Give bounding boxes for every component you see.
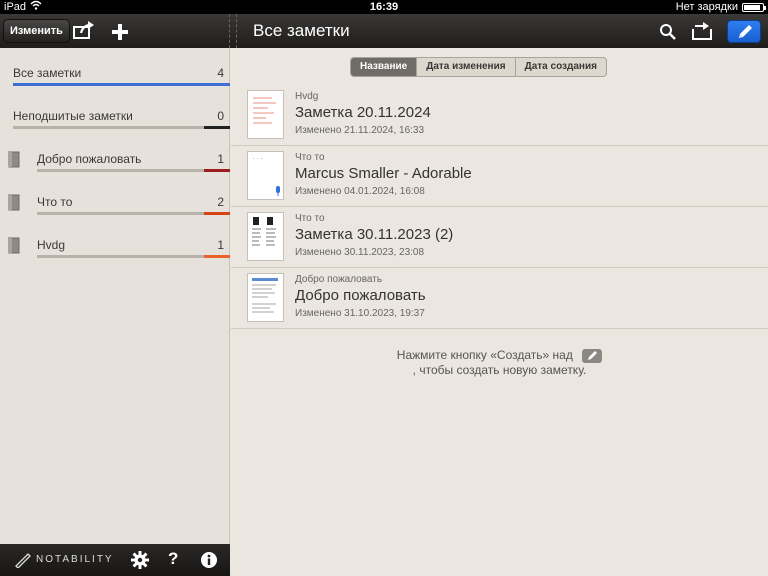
new-note-button[interactable] — [727, 20, 761, 43]
note-category: Что то — [295, 152, 325, 163]
note-date: Изменено 30.11.2023, 23:08 — [295, 247, 425, 258]
note-row[interactable]: Hvdg Заметка 20.11.2024 Изменено 21.11.2… — [231, 85, 768, 146]
note-thumbnail — [247, 212, 284, 261]
help-icon[interactable]: ? — [168, 549, 178, 569]
sidebar-item-count: 1 — [217, 152, 224, 166]
notability-logo-icon — [14, 552, 32, 573]
add-icon[interactable] — [111, 23, 129, 46]
sidebar-item-label: Все заметки — [13, 66, 82, 80]
note-title: Заметка 30.11.2023 (2) — [295, 226, 454, 243]
microphone-icon — [276, 186, 280, 193]
info-icon[interactable] — [200, 551, 218, 574]
sort-by-created[interactable]: Дата создания — [516, 58, 606, 76]
share-icon[interactable] — [73, 21, 95, 44]
sidebar: Все заметки 4 Неподшитые заметки 0 Добро… — [0, 48, 230, 544]
note-category: Что то — [295, 213, 325, 224]
notebook-icon — [8, 236, 20, 254]
toolbar: Изменить Все заметки — [0, 14, 768, 48]
sidebar-item-color — [204, 169, 230, 172]
status-bar: iPad 16:39 Нет зарядки — [0, 0, 768, 14]
battery-icon — [742, 2, 766, 12]
sidebar-item-chto-to[interactable]: Что то 2 — [0, 177, 230, 220]
note-thumbnail — [247, 273, 284, 322]
sort-by-modified[interactable]: Дата изменения — [417, 58, 516, 76]
sidebar-item-underline — [37, 169, 204, 172]
note-category: Hvdg — [295, 91, 319, 102]
note-title: Добро пожаловать — [295, 287, 426, 304]
sidebar-item-color — [204, 255, 230, 258]
battery-fill — [744, 4, 761, 10]
sidebar-item-underline — [13, 126, 204, 129]
note-row[interactable]: Добро пожаловать Добро пожаловать Измене… — [231, 268, 768, 329]
note-category: Добро пожаловать — [295, 274, 383, 285]
sidebar-item-label: Hvdg — [37, 238, 66, 252]
notes-list-panel: Название Дата изменения Дата создания Hv… — [231, 48, 768, 576]
sidebar-item-label: Неподшитые заметки — [13, 109, 133, 123]
import-icon[interactable] — [691, 21, 715, 46]
sidebar-item-unfiled[interactable]: Неподшитые заметки 0 — [0, 91, 230, 134]
note-date: Изменено 04.01.2024, 16:08 — [295, 186, 425, 197]
sidebar-item-count: 2 — [217, 195, 224, 209]
sort-segmented-control: Название Дата изменения Дата создания — [350, 57, 607, 77]
empty-hint: Нажмите кнопку «Создать» над — [231, 348, 768, 363]
sidebar-item-underline — [37, 255, 204, 258]
gear-icon[interactable] — [131, 551, 149, 574]
sidebar-item-all-notes[interactable]: Все заметки 4 — [0, 48, 230, 91]
search-icon[interactable] — [659, 23, 677, 46]
sidebar-item-underline — [37, 212, 204, 215]
sidebar-item-count: 0 — [217, 109, 224, 123]
note-title: Marcus Smaller - Adorable — [295, 165, 472, 182]
note-title: Заметка 20.11.2024 — [295, 104, 431, 121]
pencil-icon — [739, 25, 752, 38]
pencil-icon — [582, 348, 603, 363]
battery-text: Нет зарядки — [675, 1, 738, 13]
note-row[interactable]: Что то Заметка 30.11.2023 (2) Изменено 3… — [231, 207, 768, 268]
page-title: Все заметки — [253, 21, 350, 40]
note-thumbnail — [247, 90, 284, 139]
notebook-icon — [8, 193, 20, 211]
sidebar-item-hvdg[interactable]: Hvdg 1 — [0, 220, 230, 263]
sidebar-item-welcome[interactable]: Добро пожаловать 1 — [0, 134, 230, 177]
sort-by-name[interactable]: Название — [351, 58, 418, 76]
note-date: Изменено 21.11.2024, 16:33 — [295, 125, 425, 136]
note-row[interactable]: Что то Marcus Smaller - Adorable Изменен… — [231, 146, 768, 207]
sidebar-item-label: Что то — [37, 195, 73, 209]
sidebar-item-color — [204, 126, 230, 129]
status-time: 16:39 — [369, 1, 399, 13]
sidebar-item-color — [204, 212, 230, 215]
empty-hint-line2: , чтобы создать новую заметку. — [412, 363, 587, 377]
status-right: Нет зарядки — [675, 0, 766, 14]
note-date: Изменено 31.10.2023, 19:37 — [295, 308, 425, 319]
panel-divider — [229, 14, 237, 48]
note-thumbnail — [247, 151, 284, 200]
sidebar-bottom-bar: NOTABILITY ? — [0, 544, 230, 576]
sidebar-item-count: 1 — [217, 238, 224, 252]
sidebar-item-underline — [13, 83, 230, 86]
brand-label: NOTABILITY — [36, 554, 114, 565]
sidebar-item-label: Добро пожаловать — [37, 152, 142, 166]
notebook-icon — [8, 150, 20, 168]
sidebar-item-count: 4 — [217, 66, 224, 80]
edit-button[interactable]: Изменить — [3, 19, 70, 43]
hint-line1: Нажмите кнопку «Создать» над — [396, 348, 573, 362]
